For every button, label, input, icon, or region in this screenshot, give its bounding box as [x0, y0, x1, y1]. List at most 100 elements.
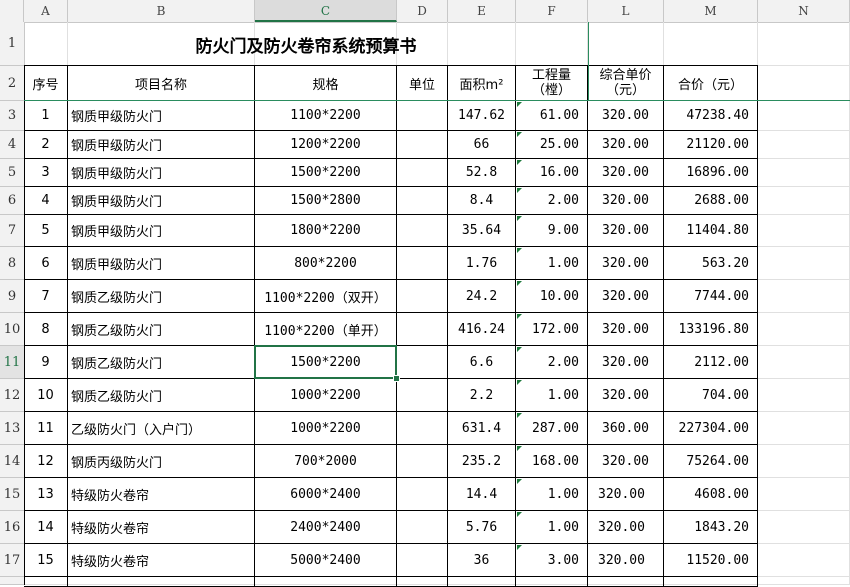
header-unit[interactable]: 单位 — [397, 66, 448, 101]
cell-total[interactable]: 563.20 — [664, 247, 758, 280]
cell-spec[interactable]: 1200*2200 — [255, 131, 397, 159]
cell-unit-price[interactable]: 320.00 — [588, 478, 664, 511]
row-header-1[interactable]: 1 — [0, 22, 24, 66]
cell-quantity[interactable]: 61.00 — [516, 101, 588, 131]
column-header-b[interactable]: B — [68, 0, 255, 22]
cell-unit-price[interactable]: 320.00 — [588, 544, 664, 577]
cell-total[interactable]: 2688.00 — [664, 187, 758, 215]
cell-spec[interactable]: 1800*2200 — [255, 215, 397, 247]
cell-item-name[interactable]: 钢质甲级防火门 — [68, 187, 255, 215]
column-header-a[interactable]: A — [24, 0, 68, 22]
cell-unit[interactable] — [397, 379, 448, 412]
cell-area[interactable]: 14.4 — [448, 478, 516, 511]
cell-area[interactable]: 52.8 — [448, 159, 516, 187]
cell-unit-price[interactable]: 320.00 — [588, 379, 664, 412]
cell-quantity[interactable]: 25.00 — [516, 131, 588, 159]
column-header-c[interactable]: C — [255, 0, 397, 22]
cell-spec[interactable]: 1500*2200 — [255, 346, 397, 379]
row-header-8[interactable]: 8 — [0, 247, 24, 280]
cell-partial-row[interactable] — [588, 577, 664, 587]
row-header-4[interactable]: 4 — [0, 131, 24, 159]
cell-unit[interactable] — [397, 187, 448, 215]
cell-item-name[interactable]: 钢质乙级防火门 — [68, 280, 255, 313]
sheet-title[interactable]: 防火门及防火卷帘系统预算书 — [24, 22, 588, 66]
cell-spec[interactable]: 1000*2200 — [255, 412, 397, 445]
cell-seq[interactable]: 2 — [24, 131, 68, 159]
header-item-name[interactable]: 项目名称 — [68, 66, 255, 101]
row-header-17[interactable]: 17 — [0, 544, 24, 577]
cell-unit-price[interactable]: 320.00 — [588, 131, 664, 159]
cell-quantity[interactable]: 9.00 — [516, 215, 588, 247]
header-spec[interactable]: 规格 — [255, 66, 397, 101]
cell-spec[interactable]: 2400*2400 — [255, 511, 397, 544]
cell-unit[interactable] — [397, 445, 448, 478]
cell-unit[interactable] — [397, 544, 448, 577]
cell-unit[interactable] — [397, 511, 448, 544]
cell-quantity[interactable]: 1.00 — [516, 379, 588, 412]
cell-seq[interactable]: 9 — [24, 346, 68, 379]
cell-unit[interactable] — [397, 215, 448, 247]
select-all-corner[interactable] — [0, 0, 24, 22]
row-header-14[interactable]: 14 — [0, 445, 24, 478]
cell-seq[interactable]: 7 — [24, 280, 68, 313]
cell-quantity[interactable]: 10.00 — [516, 280, 588, 313]
column-header-d[interactable]: D — [397, 0, 448, 22]
cell-total[interactable]: 1843.20 — [664, 511, 758, 544]
cell-unit[interactable] — [397, 280, 448, 313]
cell-spec[interactable]: 1100*2200 — [255, 101, 397, 131]
cell-quantity[interactable]: 172.00 — [516, 313, 588, 346]
cell-item-name[interactable]: 钢质乙级防火门 — [68, 379, 255, 412]
cell-unit-price[interactable]: 320.00 — [588, 280, 664, 313]
cell-total[interactable]: 7744.00 — [664, 280, 758, 313]
cell-total[interactable]: 4608.00 — [664, 478, 758, 511]
row-header-partial[interactable] — [0, 577, 24, 585]
row-header-16[interactable]: 16 — [0, 511, 24, 544]
cell-item-name[interactable]: 特级防火卷帘 — [68, 511, 255, 544]
cell-partial-row[interactable] — [68, 577, 255, 587]
row-header-6[interactable]: 6 — [0, 187, 24, 215]
cell-quantity[interactable]: 1.00 — [516, 478, 588, 511]
cell-spec[interactable]: 5000*2400 — [255, 544, 397, 577]
cell-spec[interactable]: 1500*2800 — [255, 187, 397, 215]
cell-partial-row[interactable] — [24, 577, 68, 587]
cell-unit[interactable] — [397, 478, 448, 511]
cell-spec[interactable]: 800*2200 — [255, 247, 397, 280]
cell-total[interactable]: 75264.00 — [664, 445, 758, 478]
cell-total[interactable]: 11404.80 — [664, 215, 758, 247]
header-seq[interactable]: 序号 — [24, 66, 68, 101]
row-header-15[interactable]: 15 — [0, 478, 24, 511]
cell-seq[interactable]: 11 — [24, 412, 68, 445]
cell-seq[interactable]: 5 — [24, 215, 68, 247]
header-quantity[interactable]: 工程量 （樘） — [516, 66, 588, 101]
cell-unit-price[interactable]: 320.00 — [588, 445, 664, 478]
cell-seq[interactable]: 12 — [24, 445, 68, 478]
cell-total[interactable]: 11520.00 — [664, 544, 758, 577]
cell-area[interactable]: 416.24 — [448, 313, 516, 346]
cell-seq[interactable]: 6 — [24, 247, 68, 280]
cell-total[interactable]: 704.00 — [664, 379, 758, 412]
cell-unit[interactable] — [397, 313, 448, 346]
cell-total[interactable]: 16896.00 — [664, 159, 758, 187]
cell-unit[interactable] — [397, 101, 448, 131]
cell-seq[interactable]: 3 — [24, 159, 68, 187]
row-header-13[interactable]: 13 — [0, 412, 24, 445]
cell-area[interactable]: 35.64 — [448, 215, 516, 247]
cell-unit-price[interactable]: 360.00 — [588, 412, 664, 445]
column-header-l[interactable]: L — [588, 0, 664, 22]
row-header-5[interactable]: 5 — [0, 159, 24, 187]
cell-quantity[interactable]: 1.00 — [516, 247, 588, 280]
cell-unit-price[interactable]: 320.00 — [588, 159, 664, 187]
cell-quantity[interactable]: 16.00 — [516, 159, 588, 187]
cell-spec[interactable]: 1100*2200（双开） — [255, 280, 397, 313]
cell-spec[interactable]: 1000*2200 — [255, 379, 397, 412]
cell-area[interactable]: 631.4 — [448, 412, 516, 445]
cell-total[interactable]: 227304.00 — [664, 412, 758, 445]
fill-handle[interactable] — [393, 375, 400, 382]
cell-unit-price[interactable]: 320.00 — [588, 247, 664, 280]
cell-area[interactable]: 6.6 — [448, 346, 516, 379]
row-header-7[interactable]: 7 — [0, 215, 24, 247]
row-header-2[interactable]: 2 — [0, 66, 24, 101]
cell-seq[interactable]: 4 — [24, 187, 68, 215]
cell-partial-row[interactable] — [664, 577, 758, 587]
cell-spec[interactable]: 1500*2200 — [255, 159, 397, 187]
